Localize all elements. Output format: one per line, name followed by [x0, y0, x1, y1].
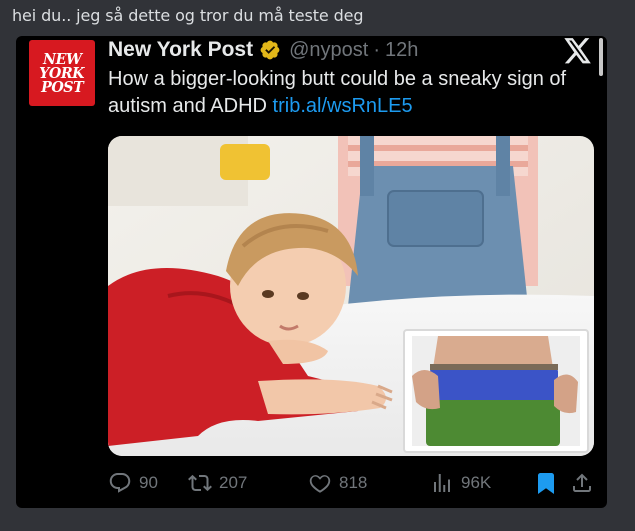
verified-badge-icon: [260, 40, 280, 60]
share-icon: [573, 473, 591, 492]
tweet-header: New York Post @nypost · 12h: [108, 36, 418, 64]
repost-count: 207: [219, 473, 248, 492]
tweet-media-image[interactable]: [108, 136, 594, 456]
views-button[interactable]: 96K: [430, 468, 491, 498]
bookmark-button[interactable]: [534, 468, 558, 498]
share-button[interactable]: [570, 468, 594, 498]
repost-icon: [188, 474, 212, 492]
media-illustration: [108, 136, 594, 456]
repost-button[interactable]: 207: [188, 468, 247, 498]
separator-dot: ·: [373, 38, 381, 61]
display-name[interactable]: New York Post: [108, 38, 253, 62]
bookmark-icon: [538, 473, 554, 494]
nypost-avatar[interactable]: NEW YORK POST: [29, 40, 95, 106]
x-logo-icon[interactable]: [564, 38, 592, 64]
tweet-actions: 90 207 818 96K: [108, 468, 594, 498]
heart-icon: [309, 475, 331, 493]
reply-icon: [109, 473, 131, 493]
tweet-text: How a bigger-looking butt could be a sne…: [108, 66, 578, 120]
handle[interactable]: @nypost: [289, 39, 368, 62]
like-count: 818: [339, 473, 368, 492]
timestamp[interactable]: 12h: [385, 39, 418, 62]
tweet-embed[interactable]: NEW YORK POST New York Post @nypost · 12…: [16, 36, 607, 508]
views-count: 96K: [461, 473, 492, 492]
chat-message-text: hei du.. jeg så dette og tror du må test…: [12, 6, 364, 25]
reply-count: 90: [139, 473, 158, 492]
like-button[interactable]: 818: [308, 468, 367, 498]
scrollbar[interactable]: [599, 38, 603, 76]
views-icon: [434, 474, 450, 492]
reply-button[interactable]: 90: [108, 468, 158, 498]
avatar-line-post: POST: [40, 78, 84, 96]
tweet-link[interactable]: trib.al/wsRnLE5: [273, 95, 413, 117]
